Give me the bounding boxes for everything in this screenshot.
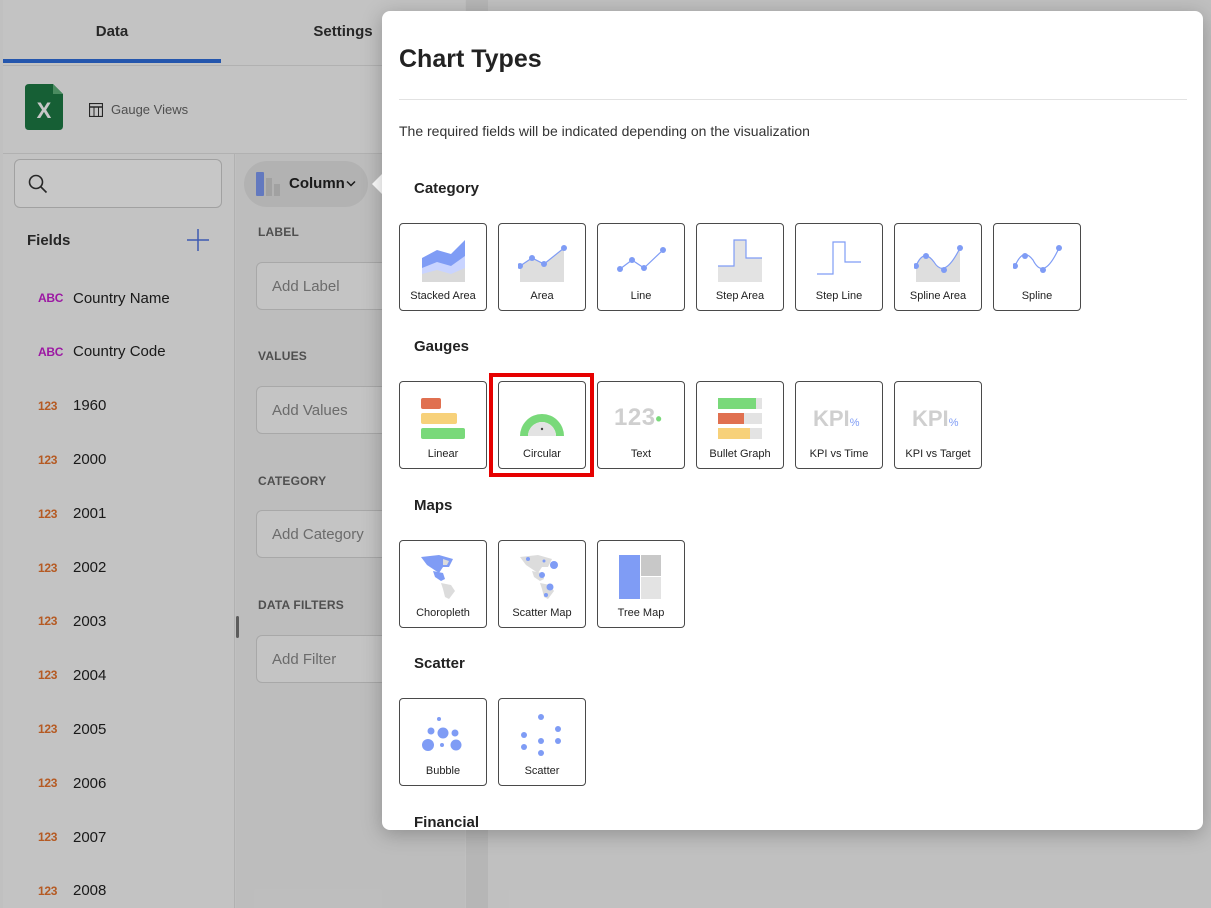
area-chart-icon bbox=[518, 245, 567, 282]
kpi-percent: % bbox=[849, 417, 860, 429]
spline-area-icon bbox=[914, 245, 963, 282]
spline-chart-icon bbox=[1013, 245, 1062, 273]
scatter-map-icon bbox=[520, 555, 558, 599]
chart-card-stacked-area[interactable]: Stacked Area bbox=[399, 223, 487, 311]
card-label: Bubble bbox=[425, 765, 461, 777]
section-title-gauges: Gauges bbox=[414, 338, 470, 355]
choropleth-map-icon bbox=[421, 555, 455, 599]
step-line-icon bbox=[817, 241, 861, 275]
card-label: Stacked Area bbox=[410, 290, 476, 302]
section-title-scatter: Scatter bbox=[414, 655, 465, 672]
dialog-title: Chart Types bbox=[399, 45, 542, 73]
chart-card-area[interactable]: Area bbox=[498, 223, 586, 311]
card-label: Scatter bbox=[524, 765, 560, 777]
kpi-text: KPI bbox=[912, 406, 949, 431]
section-title-category: Category bbox=[414, 180, 480, 197]
card-label: Step Area bbox=[715, 290, 765, 302]
kpi-percent: % bbox=[948, 417, 959, 429]
chart-card-bubble[interactable]: Bubble bbox=[399, 698, 487, 786]
scatter-chart-icon bbox=[521, 714, 561, 756]
chart-card-scatter-map[interactable]: Scatter Map bbox=[498, 540, 586, 628]
chart-card-scatter[interactable]: Scatter bbox=[498, 698, 586, 786]
chart-types-dialog: Chart Types The required fields will be … bbox=[382, 11, 1203, 830]
section-title-maps: Maps bbox=[414, 497, 453, 514]
kpi-text: KPI bbox=[813, 406, 850, 431]
card-label: Tree Map bbox=[617, 607, 665, 619]
chart-card-text[interactable]: 123• Text bbox=[597, 381, 685, 469]
chart-card-tree-map[interactable]: Tree Map bbox=[597, 540, 685, 628]
text-gauge-number: 123 bbox=[614, 404, 656, 431]
chart-card-spline[interactable]: Spline bbox=[993, 223, 1081, 311]
card-label: Scatter Map bbox=[512, 607, 572, 619]
step-area-icon bbox=[718, 239, 762, 282]
card-label: Spline bbox=[1021, 290, 1053, 302]
card-label: Spline Area bbox=[909, 290, 967, 302]
linear-gauge-icon bbox=[421, 398, 465, 439]
chart-card-bullet-graph[interactable]: Bullet Graph bbox=[696, 381, 784, 469]
bullet-graph-icon bbox=[718, 398, 762, 439]
card-label: Choropleth bbox=[416, 607, 470, 619]
chart-card-step-area[interactable]: Step Area bbox=[696, 223, 784, 311]
stacked-area-icon bbox=[422, 240, 465, 282]
text-gauge-icon: 123• bbox=[614, 404, 663, 431]
chart-card-line[interactable]: Line bbox=[597, 223, 685, 311]
kpi-icon: KPI% bbox=[912, 406, 958, 432]
card-label: Linear bbox=[427, 448, 459, 460]
card-label: KPI vs Target bbox=[905, 448, 971, 460]
card-label: Bullet Graph bbox=[709, 448, 771, 460]
card-label: Area bbox=[530, 290, 554, 302]
chart-card-kpi-vs-time[interactable]: KPI% KPI vs Time bbox=[795, 381, 883, 469]
chart-card-spline-area[interactable]: Spline Area bbox=[894, 223, 982, 311]
card-label: Step Line bbox=[815, 290, 863, 302]
card-label: Line bbox=[630, 290, 652, 302]
card-label: KPI vs Time bbox=[809, 448, 869, 460]
tree-map-icon bbox=[619, 555, 661, 599]
section-title-financial: Financial bbox=[414, 814, 480, 830]
kpi-icon: KPI% bbox=[813, 406, 859, 432]
chart-card-choropleth[interactable]: Choropleth bbox=[399, 540, 487, 628]
line-chart-icon bbox=[617, 247, 666, 272]
dialog-subtitle: The required fields will be indicated de… bbox=[399, 123, 810, 139]
chart-card-linear[interactable]: Linear bbox=[399, 381, 487, 469]
bubble-chart-icon bbox=[422, 717, 462, 751]
chart-card-kpi-vs-target[interactable]: KPI% KPI vs Target bbox=[894, 381, 982, 469]
chart-card-step-line[interactable]: Step Line bbox=[795, 223, 883, 311]
card-label: Text bbox=[630, 448, 652, 460]
divider bbox=[399, 99, 1187, 100]
selection-highlight bbox=[489, 373, 594, 477]
